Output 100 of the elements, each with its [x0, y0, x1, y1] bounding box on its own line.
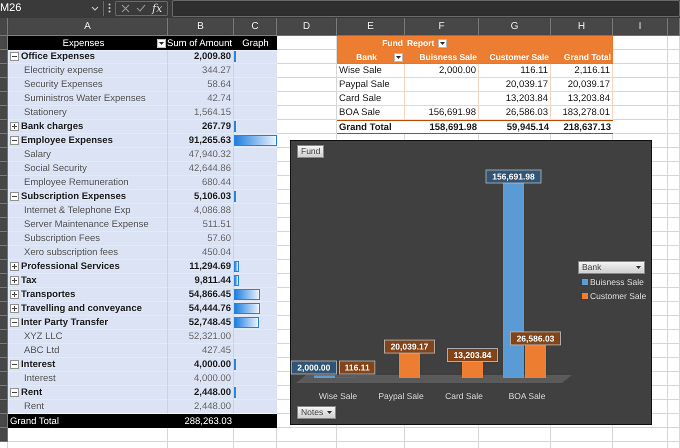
- column-header[interactable]: I: [613, 18, 668, 36]
- collapse-icon[interactable]: [10, 52, 19, 61]
- column-header[interactable]: [668, 18, 680, 36]
- select-all-button[interactable]: [0, 18, 8, 36]
- column-header: Expenses: [62, 36, 106, 50]
- collapse-icon[interactable]: [10, 192, 19, 201]
- table-cell: 2,000.00: [405, 64, 479, 78]
- chevron-icon[interactable]: [91, 6, 99, 10]
- legend-label: Customer Sale: [590, 291, 646, 301]
- data-label: 26,586.03: [516, 333, 555, 344]
- table-cell: 52,321.00: [168, 330, 234, 344]
- filter-button[interactable]: [394, 52, 403, 62]
- table-cell: Interest: [8, 372, 168, 386]
- table-cell: Electricity expense: [8, 64, 168, 78]
- expand-icon[interactable]: [10, 304, 19, 313]
- filter-button[interactable]: Fund: [297, 145, 324, 158]
- group-label: Professional Services: [21, 260, 120, 273]
- table-cell: BOA Sale: [337, 106, 405, 120]
- table-cell: Security Expenses: [8, 78, 168, 92]
- expand-icon[interactable]: [10, 276, 19, 285]
- row-header[interactable]: [0, 162, 8, 176]
- table-cell: 26,586.03: [479, 106, 551, 120]
- column-header[interactable]: C: [234, 18, 277, 36]
- table-cell: 183,278.01: [551, 106, 613, 120]
- column-header[interactable]: G: [479, 18, 551, 36]
- table-cell: 11,294.69: [168, 260, 234, 274]
- legend-field-button[interactable]: Bank: [578, 261, 645, 274]
- row-header[interactable]: [0, 92, 8, 106]
- column-header: Grand Total: [551, 50, 613, 64]
- table-cell: 1,564.15: [168, 106, 234, 120]
- data-label: 116.11: [339, 360, 376, 374]
- collapse-icon[interactable]: [10, 136, 19, 145]
- table-cell: [234, 92, 277, 106]
- collapse-icon[interactable]: [10, 318, 19, 327]
- column-header[interactable]: E: [337, 18, 405, 36]
- axis-label: Paypal Sale: [378, 391, 424, 401]
- table-cell: 47,940.32: [168, 148, 234, 162]
- name-box[interactable]: M26: [0, 0, 104, 16]
- column-header[interactable]: D: [277, 18, 337, 36]
- check-icon[interactable]: [136, 4, 146, 12]
- table-cell: Suministros Water Expenses: [8, 92, 168, 106]
- group-label: Interest: [21, 358, 56, 371]
- table-cell: 2,448.00: [168, 386, 234, 400]
- row-header[interactable]: [0, 78, 8, 92]
- group-label: Subscription Expenses: [21, 190, 126, 203]
- table-cell: 680.44: [168, 176, 234, 190]
- data-label: 116.11: [344, 362, 370, 372]
- expand-icon[interactable]: [10, 262, 19, 271]
- more-icon[interactable]: [108, 3, 111, 13]
- data-label: 20,039.17: [384, 340, 435, 354]
- caret-icon: [327, 411, 332, 414]
- table-cell: 13,203.84: [551, 92, 613, 106]
- table-cell: Xero subscription fees: [8, 246, 168, 260]
- column-header[interactable]: H: [551, 18, 613, 36]
- table-cell: [234, 218, 277, 232]
- expand-icon[interactable]: [10, 122, 19, 131]
- table-cell: 91,265.63: [168, 134, 234, 148]
- row-header[interactable]: [0, 232, 8, 246]
- table-cell: XYZ LLC: [8, 330, 168, 344]
- caret-icon: [440, 42, 446, 44]
- group-label: Office Expenses: [21, 50, 95, 63]
- data-label: 26,586.03: [510, 332, 561, 346]
- table-cell: 4,000.00: [168, 372, 234, 386]
- group-label: Rent: [21, 386, 42, 399]
- table-cell: 116.11: [479, 64, 551, 78]
- filter-value: Report: [407, 36, 434, 50]
- table-cell: Salary: [8, 148, 168, 162]
- axis-field-button[interactable]: Notes: [297, 406, 336, 419]
- table-cell: Card Sale: [337, 92, 405, 106]
- row-header[interactable]: [0, 218, 8, 232]
- table-cell: 450.04: [168, 246, 234, 260]
- row-header[interactable]: [0, 428, 8, 442]
- table-cell: Stationery: [8, 106, 168, 120]
- table-cell: 54,444.76: [168, 302, 234, 316]
- filter-button[interactable]: [157, 38, 166, 48]
- table-cell: 4,000.00: [168, 358, 234, 372]
- column-header[interactable]: B: [168, 18, 234, 36]
- axis-label: Card Sale: [445, 391, 483, 401]
- table-cell: Paypal Sale: [337, 78, 405, 92]
- collapse-icon[interactable]: [10, 388, 19, 397]
- table-cell: Employee Remuneration: [8, 176, 168, 190]
- caret-icon: [159, 42, 164, 44]
- table-cell: 20,039.17: [551, 78, 613, 92]
- row-header[interactable]: [0, 414, 8, 428]
- formula-field[interactable]: [172, 0, 680, 16]
- column-header[interactable]: A: [8, 18, 168, 36]
- table-cell: 218,637.13: [551, 120, 613, 134]
- column-header[interactable]: F: [405, 18, 479, 36]
- collapse-icon[interactable]: [10, 360, 19, 369]
- expand-icon[interactable]: [10, 290, 19, 299]
- table-cell: Server Maintenance Expense: [8, 218, 168, 232]
- table-cell: 9,811.44: [168, 274, 234, 288]
- group-label: Travelling and conveyance: [21, 302, 142, 315]
- filter-button[interactable]: [438, 38, 448, 48]
- data-label: 156,691.98: [492, 172, 536, 182]
- column-header: Bank: [355, 50, 378, 64]
- table-cell: 288,263.03: [168, 414, 234, 428]
- table-cell: 2,009.80: [168, 50, 234, 64]
- insert-function-button[interactable]: fx: [152, 2, 162, 14]
- cancel-icon[interactable]: [121, 4, 130, 12]
